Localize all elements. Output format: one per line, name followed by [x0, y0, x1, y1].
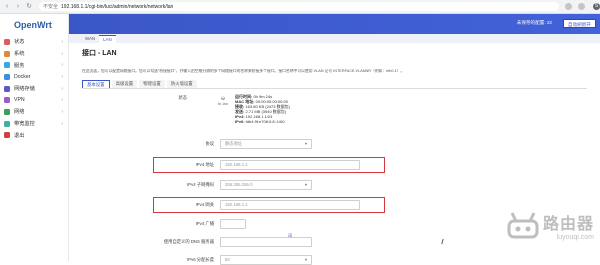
field-label: IPv4 广播 [195, 221, 214, 226]
field-value: 静态地址 [225, 141, 243, 146]
tab-advanced-settings[interactable]: 高级设置 [111, 80, 138, 88]
sidebar-item-label: 退出 [14, 132, 25, 139]
select-field[interactable]: 255.255.255.0 ▾ [220, 180, 312, 190]
sidebar-item-label: 服务 [14, 62, 25, 69]
sidebar-item-status[interactable]: 状态 › [0, 36, 68, 48]
extension-icon[interactable] [565, 3, 572, 10]
security-label[interactable]: 不安全 [43, 3, 58, 10]
sidebar-item-label: 状态 [14, 39, 25, 46]
url-text: 192.168.1.1/cgi-bin/luci/admin/network/n… [61, 3, 174, 10]
chevron-down-icon: ▾ [304, 141, 307, 146]
sidebar-item-docker[interactable]: Docker › [0, 71, 68, 83]
interface-status-details: 运行时间: 0h 9m 24s MAC 地址: 00:00:00:00:00:00… [235, 94, 290, 125]
logo[interactable]: OpenWrt [0, 14, 68, 36]
unsaved-changes-indicator[interactable]: 未保存的配置: 22 [517, 20, 552, 26]
mouse-cursor-icon [441, 239, 447, 244]
chevron-down-icon: ▾ [304, 257, 307, 262]
forward-icon[interactable]: › [14, 3, 22, 11]
field-label: IPv4 子网掩码 [187, 182, 214, 187]
sidebar: OpenWrt 状态 › 系统 › 服务 › Docker › 网络存储 › VPN › 网络 › 带宽监控… [0, 14, 69, 261]
sidebar-item-label: 网络 [14, 109, 25, 116]
tab-physical-settings[interactable]: 物理设置 [139, 80, 165, 88]
highlight-box [153, 197, 385, 213]
status-key: IPv6: [235, 119, 245, 125]
sidebar-item-nas[interactable]: 网络存储 › [0, 83, 68, 95]
auto-refresh-button[interactable]: 自动刷新开 [563, 19, 596, 28]
address-bar[interactable]: 不安全 192.168.1.1/cgi-bin/luci/admin/netwo… [39, 2, 559, 11]
sidebar-item-system[interactable]: 系统 › [0, 48, 68, 60]
tab-basic-settings[interactable]: 基本设置 [82, 80, 110, 88]
select-field[interactable]: 60 ▾ [220, 255, 312, 265]
system-icon [4, 50, 10, 57]
nas-icon [4, 85, 10, 92]
top-bar: 未保存的配置: 22 自动刷新开 [69, 14, 600, 34]
status-label: 状态 [178, 95, 187, 100]
tab-wan[interactable]: WAN [81, 35, 99, 43]
vpn-icon [4, 97, 10, 104]
field-value: 255.255.255.0 [225, 182, 253, 187]
router-logo-icon [506, 211, 540, 241]
bandwidth-icon [4, 120, 10, 127]
reload-icon[interactable]: ↻ [25, 3, 33, 11]
sidebar-item-label: Docker [14, 73, 31, 80]
network-icon [4, 108, 10, 115]
status-value: fdb4:9f:e708:0:8::1/60 [244, 119, 285, 125]
chevron-right-icon: › [61, 73, 63, 80]
sidebar-item-network[interactable]: 网络 › [0, 106, 68, 118]
sidebar-item-bandwidth[interactable]: 带宽监控 › [0, 118, 68, 130]
page-title: 接口 - LAN [82, 50, 117, 57]
field-label: 协议 [205, 141, 214, 146]
sidebar-item-label: 系统 [14, 51, 25, 58]
watermark: 路由器 luyouqi.com [506, 210, 594, 241]
sidebar-item-services[interactable]: 服务 › [0, 59, 68, 71]
interface-status-icon: ⛁ br-lan [215, 96, 231, 106]
chevron-right-icon: › [61, 120, 63, 127]
browser-toolbar: ‹ › ↻ 不安全 192.168.1.1/cgi-bin/luci/admin… [0, 0, 600, 14]
page-description: 在此页面，您可以配置网络接口。您可以勾选"桥接接口"，并输入由空格分隔的多个网络… [82, 69, 405, 73]
chevron-right-icon: › [61, 85, 63, 92]
chevron-right-icon: › [61, 38, 63, 45]
add-dns-icon[interactable]: ⊞ [288, 233, 292, 239]
docker-icon [4, 73, 10, 80]
profile-avatar[interactable]: S [593, 3, 600, 10]
status-line: IPv6: fdb4:9f:e708:0:8::1/60 [235, 119, 290, 124]
text-field[interactable] [220, 237, 312, 247]
interface-name: br-lan [218, 102, 228, 106]
field-value: 60 [225, 257, 230, 262]
sidebar-item-vpn[interactable]: VPN › [0, 94, 68, 106]
field-label: IPv6 分配长度 [187, 257, 214, 262]
extension-icon-2[interactable] [578, 3, 585, 10]
tab-firewall-settings[interactable]: 防火墙设置 [166, 80, 197, 88]
watermark-site: luyouqi.com [556, 234, 594, 241]
back-icon[interactable]: ‹ [3, 3, 11, 11]
section-tabs: 基本设置 高级设置 物理设置 防火墙设置 [82, 80, 587, 89]
chevron-right-icon: › [61, 97, 63, 104]
sidebar-item-label: 网络存储 [14, 86, 35, 93]
services-icon [4, 62, 10, 69]
highlight-box [153, 157, 385, 173]
logout-icon [4, 132, 10, 139]
sidebar-item-label: VPN [14, 97, 25, 104]
status-icon [4, 38, 10, 45]
chevron-right-icon: › [61, 62, 63, 69]
main-content: 接口 - LAN 在此页面，您可以配置网络接口。您可以勾选"桥接接口"，并输入由… [69, 43, 600, 265]
watermark-brand: 路由器 [542, 214, 594, 233]
field-label: 使用自定义的 DNS 服务器 [163, 239, 214, 244]
chevron-right-icon: › [61, 50, 63, 57]
select-field[interactable]: 静态地址 ▾ [220, 139, 312, 149]
interface-tabs: WAN LAN [69, 34, 600, 43]
sidebar-item-logout[interactable]: 退出 [0, 130, 68, 142]
tab-lan[interactable]: LAN [99, 35, 116, 43]
text-field[interactable] [220, 219, 246, 229]
chevron-right-icon: › [61, 108, 63, 115]
sidebar-item-label: 带宽监控 [14, 121, 35, 128]
chevron-down-icon: ▾ [304, 182, 307, 187]
